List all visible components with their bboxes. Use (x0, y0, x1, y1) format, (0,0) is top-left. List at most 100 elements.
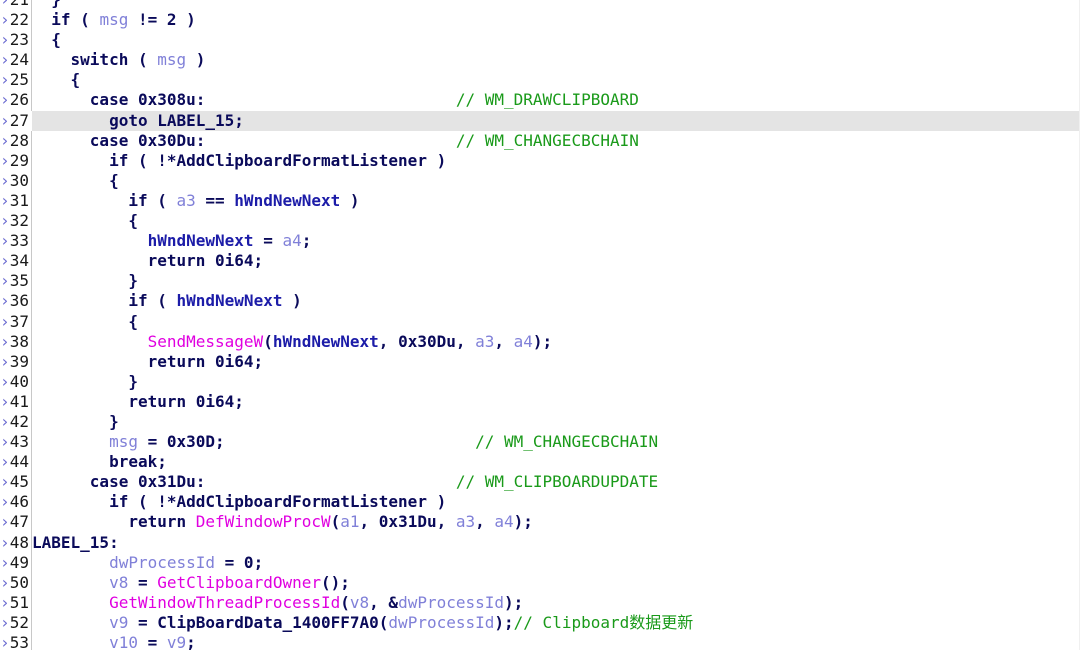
code-token: goto LABEL_15; (32, 110, 244, 130)
code-line[interactable]: › 49 dwProcessId = 0; (0, 553, 1080, 573)
variable-token[interactable]: a4 (282, 231, 301, 250)
code-line[interactable]: › 46 if ( !*AddClipboardFormatListener ) (0, 492, 1080, 512)
code-text: dwProcessId = 0; (32, 553, 263, 573)
code-token: if ( !*AddClipboardFormatListener ) (32, 492, 447, 512)
code-line[interactable]: › 23 { (0, 30, 1080, 50)
variable-token[interactable]: a3 (456, 512, 475, 531)
pseudocode-view[interactable]: ›21 }›22 if ( msg != 2 )›23 {›24 switch … (0, 0, 1080, 650)
global-token[interactable]: hWndNewNext (177, 291, 283, 310)
code-line[interactable]: › 53 v10 = v9; (0, 633, 1080, 650)
global-token[interactable]: hWndNewNext (273, 332, 379, 351)
code-line[interactable]: › 34 return 0i64; (0, 251, 1080, 271)
code-line[interactable]: › 40 } (0, 372, 1080, 392)
variable-token[interactable]: v9 (167, 633, 186, 650)
code-text: case 0x30Du: // WM_CHANGECBCHAIN (32, 131, 639, 151)
code-token: ; (186, 633, 196, 650)
code-line[interactable]: › 35 } (0, 271, 1080, 291)
code-text: return 0i64; (32, 251, 264, 271)
code-text: goto LABEL_15; (32, 111, 244, 131)
function-call[interactable]: DefWindowProcW (196, 512, 331, 531)
code-text: case 0x308u: // WM_DRAWCLIPBOARD (32, 90, 639, 110)
code-token: switch ( (32, 50, 158, 70)
line-number: 32 (9, 211, 29, 231)
function-call[interactable]: GetWindowThreadProcessId (109, 593, 340, 612)
code-token: != 2 ) (128, 10, 196, 30)
code-line[interactable]: › 28 case 0x30Du: // WM_CHANGECBCHAIN (0, 131, 1080, 151)
code-token: case 0x31Du: (32, 472, 456, 492)
code-line[interactable]: › 36 if ( hWndNewNext ) (0, 291, 1080, 311)
code-text: } (32, 271, 138, 291)
code-line[interactable]: › 44 break; (0, 452, 1080, 472)
code-line[interactable]: › 25 { (0, 70, 1080, 90)
line-number: 43 (9, 432, 29, 452)
code-line[interactable]: › 50 v8 = GetClipboardOwner(); (0, 573, 1080, 593)
variable-token[interactable]: dwProcessId (388, 613, 494, 632)
code-line[interactable]: › 43 msg = 0x30D; // WM_CHANGECBCHAIN (0, 432, 1080, 452)
line-number: 26 (9, 90, 29, 110)
code-text: SendMessageW(hWndNewNext, 0x30Du, a3, a4… (32, 331, 553, 352)
line-number: 39 (9, 351, 29, 371)
code-line[interactable]: ›21 } (0, 0, 1080, 10)
variable-token[interactable]: a3 (177, 191, 196, 210)
code-line[interactable]: › 33 hWndNewNext = a4; (0, 231, 1080, 251)
code-token: = ClipBoardData_1400FF7A0( (128, 612, 389, 632)
code-line[interactable]: › 51 GetWindowThreadProcessId(v8, &dwProc… (0, 593, 1080, 613)
code-token: = (137, 633, 167, 650)
variable-token[interactable]: a3 (475, 332, 494, 351)
code-token: return 0i64; (32, 351, 264, 371)
code-line[interactable]: › 45 case 0x31Du: // WM_CLIPBOARDUPDATE (0, 472, 1080, 492)
code-line[interactable]: › 38 SendMessageW(hWndNewNext, 0x30Du, a3… (0, 332, 1080, 352)
variable-token[interactable]: msg (157, 50, 186, 69)
code-line[interactable]: › 29 if ( !*AddClipboardFormatListener ) (0, 151, 1080, 171)
code-token: ; (301, 231, 312, 251)
line-number: 36 (9, 291, 29, 311)
code-line[interactable]: › 42 } (0, 412, 1080, 432)
code-line[interactable]: › 41 return 0i64; (0, 392, 1080, 412)
variable-token[interactable]: msg (109, 432, 138, 451)
code-line[interactable]: › 47 return DefWindowProcW(a1, 0x31Du, a3… (0, 512, 1080, 532)
line-number: 24 (9, 50, 29, 70)
code-text: hWndNewNext = a4; (32, 231, 312, 251)
line-number: 46 (9, 492, 29, 512)
variable-token[interactable]: v9 (109, 613, 128, 632)
code-text: if ( msg != 2 ) (32, 10, 196, 30)
code-line[interactable]: › 27 goto LABEL_15; (0, 110, 1080, 131)
line-number: 52 (9, 612, 29, 632)
variable-token[interactable]: dwProcessId (398, 593, 504, 612)
comment: // WM_DRAWCLIPBOARD (455, 90, 639, 110)
function-call[interactable]: GetClipboardOwner (157, 573, 321, 592)
code-text: { (32, 70, 81, 90)
variable-token[interactable]: v8 (350, 593, 369, 612)
code-token: { (32, 30, 61, 50)
global-token[interactable]: hWndNewNext (148, 231, 254, 250)
code-line[interactable]: › 30 { (0, 171, 1080, 191)
variable-token[interactable]: msg (99, 10, 128, 29)
code-line[interactable]: › 31 if ( a3 == hWndNewNext ) (0, 191, 1080, 211)
code-token: } (32, 371, 138, 391)
line-number: 21 (0, 0, 29, 10)
line-number: 38 (9, 331, 29, 351)
code-line[interactable]: › 52 v9 = ClipBoardData_1400FF7A0(dwProce… (0, 613, 1080, 633)
code-line[interactable]: › 37 { (0, 312, 1080, 332)
code-line[interactable]: › 22 if ( msg != 2 ) (0, 10, 1080, 30)
variable-token[interactable]: a4 (494, 512, 513, 531)
line-number: 53 (9, 633, 29, 650)
code-line[interactable]: › 24 switch ( msg ) (0, 50, 1080, 70)
variable-token[interactable]: dwProcessId (109, 553, 215, 572)
code-token: , 0x30Du, (378, 331, 476, 351)
code-token: if ( (32, 190, 177, 210)
function-call[interactable]: SendMessageW (148, 332, 264, 351)
code-line[interactable]: › 32 { (0, 211, 1080, 231)
variable-token[interactable]: a4 (514, 332, 533, 351)
code-line[interactable]: › 39 return 0i64; (0, 352, 1080, 372)
code-line[interactable]: › 48 LABEL_15: (0, 533, 1080, 553)
code-text: return 0i64; (32, 351, 264, 372)
variable-token[interactable]: a1 (340, 512, 359, 531)
variable-token[interactable]: v10 (109, 633, 138, 650)
variable-token[interactable]: v8 (109, 573, 128, 592)
code-text: { (32, 211, 138, 231)
code-line[interactable]: › 26 case 0x308u: // WM_DRAWCLIPBOARD (0, 90, 1080, 110)
global-token[interactable]: hWndNewNext (234, 191, 340, 210)
